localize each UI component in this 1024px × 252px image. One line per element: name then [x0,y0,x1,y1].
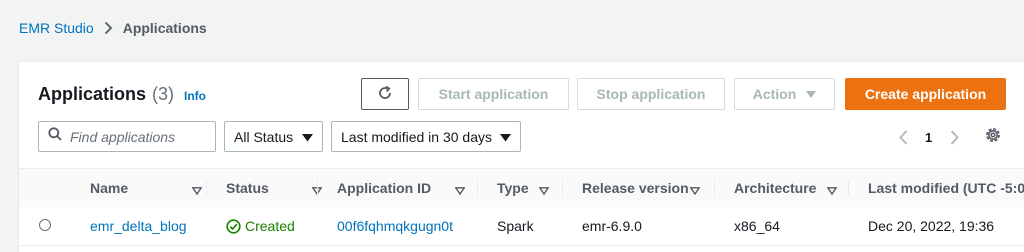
sort-caret-icon [454,182,466,198]
cell-status: Created [226,207,295,245]
column-label: Architecture [734,180,817,196]
row-select-radio[interactable] [39,219,51,231]
sort-caret-icon [689,182,701,198]
refresh-button[interactable] [361,78,409,110]
application-name-link[interactable]: emr_delta_blog [90,218,187,234]
cell-name: emr_delta_blog [90,207,187,245]
column-label: Status [226,180,269,196]
last-modified-filter-value: Last modified in 30 days [341,128,492,145]
action-dropdown-button[interactable]: Action [734,78,835,110]
column-label: Release version [582,180,689,196]
breadcrumb: EMR Studio Applications [19,17,207,39]
start-application-button[interactable]: Start application [418,78,569,110]
caret-down-icon [806,86,817,102]
status-filter-value: All Status [234,128,294,145]
sort-caret-icon [191,182,203,198]
column-label: Name [90,180,129,196]
column-label: Type [497,180,529,196]
sort-caret-icon [538,182,550,198]
info-link[interactable]: Info [184,89,206,103]
cell-application-id: 00f6fqhmqkgugn0t [337,207,453,245]
check-circle-icon [226,218,241,234]
column-divider [206,180,207,196]
action-label: Action [752,86,797,102]
cell-architecture: x86_64 [734,218,780,234]
column-header-release-version[interactable]: Release version [582,169,701,207]
breadcrumb-current: Applications [122,20,207,36]
current-page-number[interactable]: 1 [925,130,932,145]
previous-page-icon[interactable] [895,129,911,145]
last-modified-filter-select[interactable]: Last modified in 30 days [331,121,521,152]
column-header-application-id[interactable]: Application ID [337,169,466,207]
column-divider [848,180,849,196]
search-field[interactable] [38,121,216,152]
cell-last-modified: Dec 20, 2022, 19:36 [868,218,995,234]
column-header-status[interactable]: Status [226,169,323,207]
cell-type: Spark [497,218,534,234]
column-header-name[interactable]: Name [90,169,203,207]
application-id-link[interactable]: 00f6fqhmqkgugn0t [337,218,453,234]
page-title: Applications [38,84,147,104]
applications-count: (3) [152,84,175,104]
column-header-architecture[interactable]: Architecture [734,169,838,207]
column-divider [477,180,478,196]
caret-down-icon [500,129,511,145]
column-header-last-modified[interactable]: Last modified (UTC -5:00) [868,169,1024,207]
panel-header: Applications (3) Info [38,84,206,104]
create-application-button[interactable]: Create application [845,78,1006,110]
status-text: Created [245,218,295,234]
column-header-type[interactable]: Type [497,169,550,207]
sort-caret-icon [826,182,838,198]
caret-down-icon [302,129,313,145]
next-page-icon[interactable] [946,129,962,145]
column-divider [317,180,318,196]
gear-icon[interactable] [984,126,1002,149]
column-divider [562,180,563,196]
column-label: Last modified (UTC -5:00) [868,180,1024,196]
table-header: Name Status Application ID Type Release … [19,168,1024,208]
chevron-right-icon [104,21,113,35]
status-filter-select[interactable]: All Status [224,121,323,152]
column-divider [714,180,715,196]
search-input[interactable] [68,127,212,146]
column-label: Application ID [337,180,432,196]
cell-release-version: emr-6.9.0 [582,218,642,234]
applications-panel: Applications (3) Info Start application … [19,61,1024,252]
breadcrumb-emr-studio-link[interactable]: EMR Studio [19,20,94,36]
refresh-icon [377,85,393,104]
search-icon [48,127,62,146]
stop-application-button[interactable]: Stop application [577,78,725,110]
table-row[interactable]: emr_delta_blog Created 00f6fqhmqkgugn0t … [19,207,1024,246]
pagination: 1 [895,126,962,148]
